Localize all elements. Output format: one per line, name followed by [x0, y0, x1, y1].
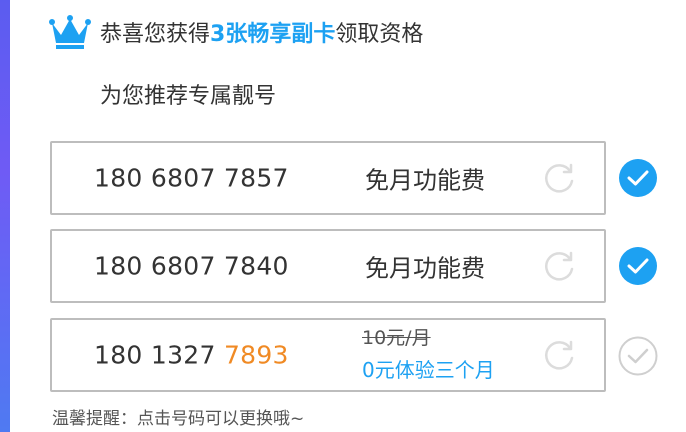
header-title: 恭喜您获得3张畅享副卡领取资格: [100, 16, 423, 48]
selected-check-icon[interactable]: [618, 246, 658, 286]
header-suffix: 领取资格: [335, 22, 424, 47]
tip-text: 温馨提醒：点击号码可以更换哦~: [52, 409, 305, 429]
unselected-check-icon[interactable]: [618, 336, 658, 376]
number-option-3[interactable]: 180 1327 7893 10元/月 0元体验三个月: [50, 318, 606, 392]
number-option-2[interactable]: 180 6807 7840 免月功能费: [50, 229, 606, 303]
subtitle: 为您推荐专属靓号: [100, 84, 277, 109]
header-highlight: 3张畅享副卡: [210, 22, 336, 47]
fee-stack: 10元/月 0元体验三个月: [362, 324, 542, 384]
phone-number[interactable]: 180 1327 7893: [94, 341, 289, 370]
header-prefix: 恭喜您获得: [100, 22, 211, 47]
fee-label: 免月功能费: [365, 254, 485, 283]
phone-number-main[interactable]: 180 6807 7857: [94, 164, 289, 193]
refresh-icon[interactable]: [542, 338, 576, 372]
header: 恭喜您获得3张畅享副卡领取资格: [48, 12, 423, 52]
phone-number-main[interactable]: 180 6807 7840: [94, 252, 289, 281]
phone-number[interactable]: 180 6807 7840: [94, 252, 289, 281]
promo-label: 0元体验三个月: [362, 358, 495, 382]
fee-label: 免月功能费: [365, 166, 485, 195]
number-option-1[interactable]: 180 6807 7857 免月功能费: [50, 141, 606, 215]
phone-number-main[interactable]: 180 1327: [94, 341, 224, 370]
left-accent-bar: [0, 0, 10, 432]
phone-number[interactable]: 180 6807 7857: [94, 164, 289, 193]
old-price: 10元/月: [362, 327, 431, 349]
crown-icon: [49, 15, 91, 49]
refresh-icon[interactable]: [542, 249, 576, 283]
refresh-icon[interactable]: [542, 161, 576, 195]
phone-number-tail[interactable]: 7893: [224, 341, 289, 370]
selected-check-icon[interactable]: [618, 158, 658, 198]
